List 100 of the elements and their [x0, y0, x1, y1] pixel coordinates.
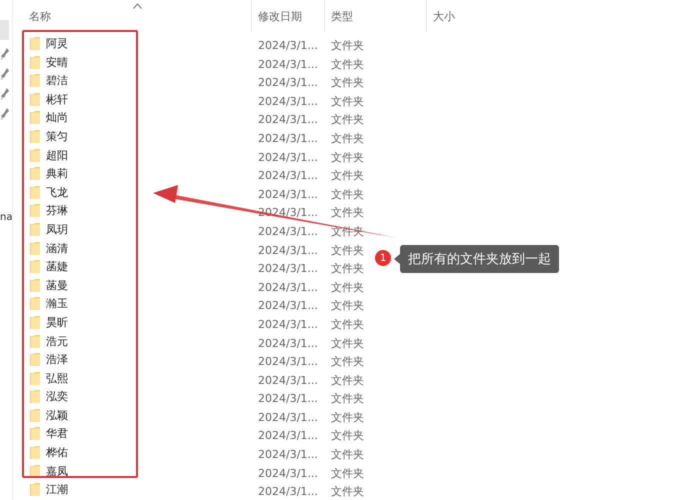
column-header[interactable]: 名称: [22, 0, 251, 32]
date-cell-text: 2024/3/1...: [257, 392, 318, 406]
date-cell-text: 2024/3/1...: [257, 169, 318, 182]
type-cell-text: 文件夹: [330, 280, 364, 294]
folder-name[interactable]: 弘熙: [46, 370, 68, 386]
date-cell-text: 2024/3/1...: [257, 318, 318, 331]
date-cell-text: 2024/3/1...: [257, 262, 318, 276]
folder-name[interactable]: 策匀: [46, 128, 68, 144]
date-cell-text: 2024/3/1...: [257, 94, 318, 108]
folder-icon: [30, 92, 40, 106]
folder-name[interactable]: 飞龙: [46, 184, 68, 200]
type-cell-text: 文件夹: [330, 262, 364, 276]
nav-item-label[interactable]: na: [0, 212, 12, 223]
folder-name[interactable]: 涵清: [46, 240, 68, 256]
folder-icon: [30, 130, 40, 143]
folder-icon: [30, 222, 40, 236]
folder-name[interactable]: 菡婕: [46, 259, 68, 274]
type-cell-text: 文件夹: [330, 132, 364, 145]
type-cell-text: 文件夹: [330, 76, 364, 90]
date-cell-text: 2024/3/1...: [257, 188, 318, 201]
date-cell-text: 2024/3/1...: [257, 39, 318, 52]
type-cell-text: 文件夹: [330, 113, 364, 126]
folder-name[interactable]: 芬琳: [46, 203, 68, 218]
folder-name[interactable]: 凤玥: [46, 222, 68, 237]
folder-name[interactable]: 泓颖: [46, 408, 68, 423]
folder-icon: [30, 427, 40, 440]
date-cell-text: 2024/3/1...: [257, 410, 318, 424]
folder-name[interactable]: 昊昕: [46, 314, 68, 330]
date-cell-text: 2024/3/1...: [257, 132, 318, 145]
folder-icon: [30, 148, 40, 162]
folder-icon: [30, 74, 40, 88]
folder-name[interactable]: 碧洁: [46, 73, 68, 88]
folder-icon: [30, 242, 40, 255]
type-cell-text: 文件夹: [330, 94, 364, 108]
folder-name[interactable]: 嘉凤: [46, 464, 68, 479]
date-cell-text: 2024/3/1...: [257, 466, 318, 480]
folder-icon: [30, 278, 40, 292]
folder-name[interactable]: 阿灵: [46, 36, 68, 51]
type-cell-text: 文件夹: [330, 466, 364, 480]
folder-icon: [30, 353, 40, 366]
folder-icon: [30, 37, 40, 50]
pin-icon[interactable]: [1, 48, 9, 60]
type-cell-text: 文件夹: [330, 39, 364, 52]
folder-name[interactable]: 瀚玉: [46, 296, 68, 312]
type-cell-text: 文件夹: [330, 336, 364, 350]
folder-icon: [30, 372, 40, 385]
folder-name[interactable]: 浩元: [46, 334, 68, 348]
folder-name[interactable]: 江潮: [46, 482, 68, 498]
sort-caret-icon: [133, 3, 142, 9]
type-cell-text: 文件夹: [330, 244, 364, 257]
pin-icon[interactable]: [1, 88, 9, 100]
folder-icon: [30, 260, 40, 274]
date-cell-text: 2024/3/1...: [257, 76, 318, 90]
folder-name[interactable]: 华君: [46, 426, 68, 442]
folder-name[interactable]: 桦佑: [46, 445, 68, 460]
type-cell-text: 文件夹: [330, 410, 364, 424]
type-cell-text: 文件夹: [330, 150, 364, 164]
folder-icon: [30, 483, 40, 496]
folder-icon: [30, 334, 40, 348]
date-cell-text: 2024/3/1...: [257, 58, 318, 71]
date-cell-text: 2024/3/1...: [257, 299, 318, 312]
folder-icon: [30, 464, 40, 478]
folder-icon: [30, 186, 40, 199]
type-cell-text: 文件夹: [330, 355, 364, 368]
date-cell-text: 2024/3/1...: [257, 448, 318, 462]
folder-icon: [30, 408, 40, 422]
pin-icon[interactable]: [1, 68, 9, 80]
folder-name[interactable]: 超阳: [46, 148, 68, 163]
folder-icon: [30, 167, 40, 180]
column-header[interactable]: 修改日期: [251, 0, 324, 32]
type-cell-text: 文件夹: [330, 318, 364, 331]
folder-icon: [30, 316, 40, 329]
folder-icon: [30, 446, 40, 460]
pin-icon[interactable]: [1, 108, 9, 120]
type-cell-text: 文件夹: [330, 58, 364, 71]
type-cell-text: 文件夹: [330, 299, 364, 312]
date-cell-text: 2024/3/1...: [257, 280, 318, 294]
folder-name[interactable]: 典莉: [46, 166, 68, 182]
folder-name[interactable]: 灿尚: [46, 110, 68, 126]
type-cell-text: 文件夹: [330, 169, 364, 182]
type-cell-text: 文件夹: [330, 392, 364, 406]
date-cell-text: 2024/3/1...: [257, 355, 318, 368]
folder-name[interactable]: 菡曼: [46, 278, 68, 293]
folder-icon: [30, 297, 40, 310]
column-header[interactable]: 大小: [426, 0, 526, 32]
type-cell-text: 文件夹: [330, 429, 364, 442]
date-cell-text: 2024/3/1...: [257, 150, 318, 164]
date-cell-text: 2024/3/1...: [257, 244, 318, 257]
date-cell-text: 2024/3/1...: [257, 374, 318, 387]
type-cell-text: 文件夹: [330, 485, 364, 498]
folder-icon: [30, 204, 40, 218]
folder-name[interactable]: 安晴: [46, 54, 68, 70]
date-cell-text: 2024/3/1...: [257, 429, 318, 442]
step-badge: 1: [375, 250, 391, 266]
folder-name[interactable]: 浩泽: [46, 352, 68, 368]
folder-name[interactable]: 泓奕: [46, 389, 68, 404]
type-cell-text: 文件夹: [330, 188, 364, 201]
column-header[interactable]: 类型: [324, 0, 426, 32]
date-cell-text: 2024/3/1...: [257, 485, 318, 498]
folder-name[interactable]: 彬轩: [46, 92, 68, 107]
